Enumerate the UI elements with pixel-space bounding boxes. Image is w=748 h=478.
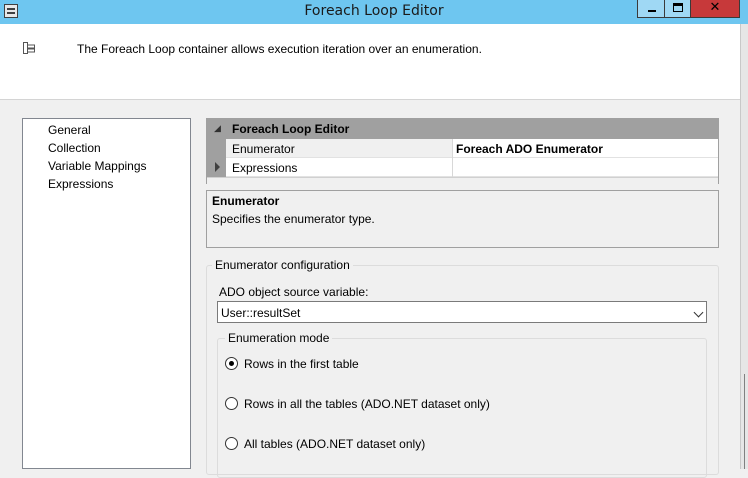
grid-row-name: Expressions (232, 161, 298, 175)
close-button[interactable]: ✕ (690, 0, 740, 18)
radio-rows-first-table[interactable] (225, 357, 238, 370)
maximize-button[interactable] (664, 0, 691, 18)
description-text: Specifies the enumerator type. (212, 212, 375, 226)
nav-item-expressions[interactable]: Expressions (48, 177, 113, 191)
property-grid[interactable]: ◢ Foreach Loop Editor Enumerator Foreach… (206, 118, 719, 184)
enumerator-configuration-title: Enumerator configuration (212, 258, 353, 272)
select-value: User::resultSet (221, 306, 301, 320)
property-description-panel: Enumerator Specifies the enumerator type… (206, 190, 719, 248)
window-edge (740, 24, 748, 469)
grid-row-expressions[interactable]: Expressions (207, 158, 718, 177)
window-title: Foreach Loop Editor (304, 3, 444, 19)
foreach-loop-icon (23, 42, 35, 54)
description-title: Enumerator (212, 194, 280, 208)
header-description: The Foreach Loop container allows execut… (77, 42, 482, 56)
ado-source-label: ADO object source variable: (219, 285, 369, 299)
close-icon: ✕ (709, 0, 721, 15)
grid-row-value[interactable]: Foreach ADO Enumerator (456, 142, 603, 156)
grid-category-row[interactable]: ◢ Foreach Loop Editor (207, 119, 718, 139)
page-navigation-list[interactable]: General Collection Variable Mappings Exp… (22, 118, 191, 469)
editor-header: The Foreach Loop container allows execut… (0, 24, 740, 100)
nav-item-variable-mappings[interactable]: Variable Mappings (48, 159, 147, 173)
nav-item-collection[interactable]: Collection (48, 141, 101, 155)
enumeration-mode-title: Enumeration mode (225, 331, 333, 345)
chevron-down-icon[interactable] (693, 307, 704, 318)
grid-row-enumerator[interactable]: Enumerator Foreach ADO Enumerator (207, 139, 718, 158)
radio-label[interactable]: Rows in the first table (244, 357, 359, 371)
collapse-arrow-icon[interactable]: ◢ (214, 123, 221, 134)
radio-rows-all-tables[interactable] (225, 397, 238, 410)
radio-all-tables[interactable] (225, 437, 238, 450)
nav-item-general[interactable]: General (48, 123, 91, 137)
radio-label[interactable]: All tables (ADO.NET dataset only) (244, 437, 425, 451)
ado-source-variable-select[interactable]: User::resultSet (217, 301, 707, 323)
radio-label[interactable]: Rows in all the tables (ADO.NET dataset … (244, 397, 490, 411)
title-bar[interactable]: Foreach Loop Editor ✕ (0, 0, 748, 24)
minimize-button[interactable] (637, 0, 665, 18)
expand-arrow-icon[interactable] (215, 162, 220, 172)
grid-row-name: Enumerator (232, 142, 295, 156)
grid-category-label: Foreach Loop Editor (232, 122, 350, 136)
